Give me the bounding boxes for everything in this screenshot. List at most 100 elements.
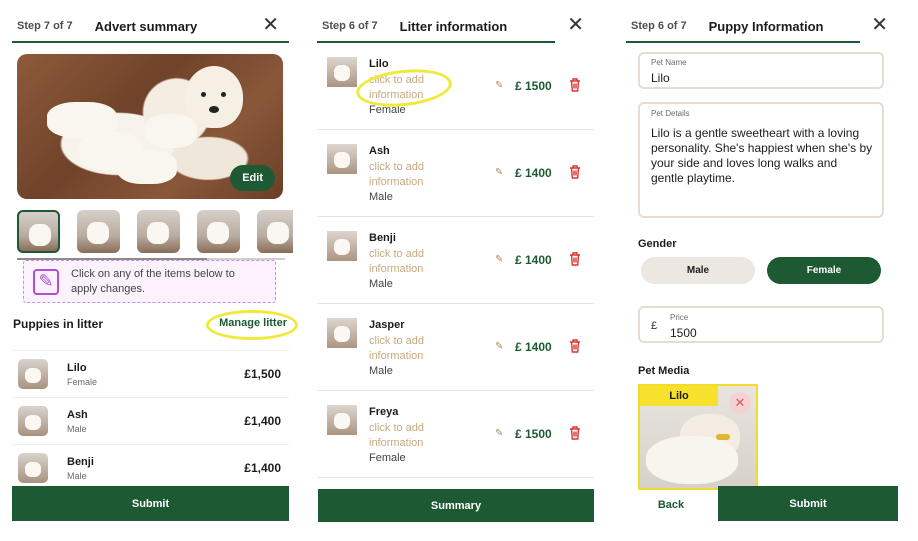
edit-icon[interactable]: ✎ (495, 80, 503, 91)
media-name-tag: Lilo (640, 386, 718, 406)
puppy-avatar (327, 144, 357, 174)
summary-button[interactable]: Summary (318, 489, 594, 522)
pet-name-field[interactable]: Pet Name Lilo (638, 52, 884, 89)
puppy-price: £ 1500 (515, 427, 552, 441)
notice-text: Click on any of the items below to apply… (71, 267, 235, 295)
edit-icon[interactable]: ✎ (495, 428, 503, 439)
puppy-name: Lilo (369, 58, 389, 70)
back-button[interactable]: Back (638, 488, 704, 521)
puppy-shape (267, 222, 289, 244)
puppy-sex: Male (67, 423, 87, 434)
submit-button[interactable]: Submit (718, 486, 898, 521)
puppy-name: Freya (369, 406, 399, 418)
puppy-name: Lilo (67, 361, 87, 374)
header: Step 7 of 7 Advert summary ✕ (12, 10, 289, 42)
litter-information-screen: Step 6 of 7 Litter information ✕ Lilo cl… (317, 0, 594, 541)
price-value[interactable]: 1500 (670, 326, 697, 340)
puppy-name: Benji (369, 232, 396, 244)
litter-list: Lilo click to add information Female ✎ £… (317, 43, 594, 478)
list-item[interactable]: Jasper click to add information Male ✎ £… (317, 304, 594, 391)
list-item[interactable]: Benji Male £1,400 (12, 444, 289, 491)
list-item[interactable]: Ash click to add information Male ✎ £ 14… (317, 130, 594, 217)
puppy-information-screen: Step 6 of 7 Puppy Information ✕ Pet Name… (626, 0, 898, 541)
list-item[interactable]: Freya click to add information Female ✎ … (317, 391, 594, 478)
progress-bar (626, 41, 860, 43)
pet-media-label: Pet Media (638, 365, 690, 377)
puppy-avatar (327, 57, 357, 87)
add-info-placeholder[interactable]: click to add information (369, 334, 449, 364)
header-divider (12, 41, 289, 43)
pet-details-value[interactable]: Lilo is a gentle sweetheart with a lovin… (651, 126, 873, 186)
list-item[interactable]: Lilo Female £1,500 (12, 350, 289, 397)
add-info-placeholder[interactable]: click to add information (369, 421, 449, 451)
pet-details-label: Pet Details (651, 109, 690, 118)
puppy-avatar (327, 318, 357, 348)
list-item[interactable]: Benji click to add information Male ✎ £ … (317, 217, 594, 304)
collar-shape (716, 434, 730, 440)
thumbnail[interactable] (17, 210, 60, 253)
edit-photo-button[interactable]: Edit (230, 165, 275, 191)
dog-shape (646, 436, 738, 484)
add-info-placeholder[interactable]: click to add information (369, 160, 449, 190)
puppy-name: Ash (67, 408, 88, 421)
puppy-name: Benji (67, 455, 94, 468)
page-title: Advert summary (94, 18, 198, 34)
puppy-price: £ 1400 (515, 340, 552, 354)
puppy-price: £1,400 (244, 461, 281, 475)
trash-icon[interactable] (569, 426, 581, 440)
puppy-sex: Male (369, 191, 393, 203)
puppy-shape (147, 222, 169, 244)
header: Step 6 of 7 Litter information ✕ (317, 10, 594, 42)
dog-nose (209, 106, 219, 113)
puppy-shape (207, 222, 229, 244)
pet-name-value[interactable]: Lilo (651, 71, 670, 85)
pencil-icon: ✎ (33, 268, 59, 295)
edit-icon[interactable]: ✎ (495, 254, 503, 265)
dog-head (185, 66, 243, 128)
close-icon[interactable]: ✕ (262, 13, 279, 37)
puppy-sex: Female (369, 452, 406, 464)
step-indicator: Step 7 of 7 (17, 20, 73, 32)
close-icon[interactable]: ✕ (567, 13, 584, 37)
edit-hint-notice: ✎ Click on any of the items below to app… (23, 260, 276, 303)
submit-button[interactable]: Submit (12, 486, 289, 521)
thumbnail[interactable] (137, 210, 180, 253)
puppy-price: £ 1400 (515, 253, 552, 267)
step-indicator: Step 6 of 7 (322, 20, 378, 32)
puppy-sex: Female (67, 376, 98, 387)
pet-details-field[interactable]: Pet Details Lilo is a gentle sweetheart … (638, 102, 884, 218)
remove-media-icon[interactable]: ✕ (729, 392, 751, 414)
edit-icon[interactable]: ✎ (495, 341, 503, 352)
trash-icon[interactable] (569, 252, 581, 266)
price-field[interactable]: £ Price 1500 (638, 306, 884, 343)
puppy-sex: Male (369, 278, 393, 290)
thumbnail[interactable] (257, 210, 293, 253)
close-icon[interactable]: ✕ (871, 13, 888, 37)
page-title: Puppy Information (708, 18, 824, 34)
gender-female-option[interactable]: Female (767, 257, 881, 284)
puppy-avatar (18, 453, 48, 483)
puppy-avatar (18, 406, 48, 436)
main-photo: Edit (17, 54, 283, 199)
gender-male-option[interactable]: Male (641, 257, 755, 284)
puppy-shape (87, 222, 109, 244)
thumbnail[interactable] (197, 210, 240, 253)
edit-icon[interactable]: ✎ (495, 167, 503, 178)
list-item[interactable]: Ash Male £1,400 (12, 397, 289, 444)
dog-eye (201, 92, 206, 97)
add-info-placeholder[interactable]: click to add information (369, 247, 449, 277)
puppy-shape (29, 224, 51, 246)
gender-label: Gender (638, 238, 677, 250)
puppy-shape (145, 114, 197, 148)
puppy-list: Lilo Female £1,500 Ash Male £1,400 Benji… (12, 350, 289, 491)
puppy-name: Jasper (369, 319, 405, 331)
trash-icon[interactable] (569, 78, 581, 92)
puppy-sex: Male (67, 470, 87, 481)
thumbnail[interactable] (77, 210, 120, 253)
trash-icon[interactable] (569, 165, 581, 179)
pet-media-photo[interactable]: Lilo ✕ (638, 384, 758, 490)
trash-icon[interactable] (569, 339, 581, 353)
page-title: Litter information (399, 18, 508, 34)
puppy-price: £ 1400 (515, 166, 552, 180)
puppy-sex: Male (369, 365, 393, 377)
